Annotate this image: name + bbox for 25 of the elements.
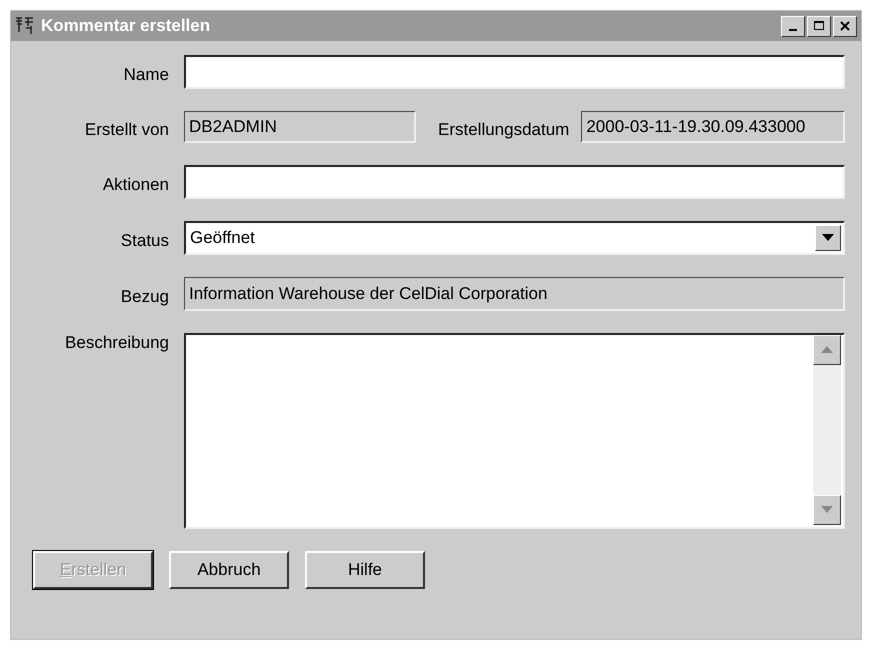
field-label: Status: [120, 231, 169, 251]
maximize-button[interactable]: [807, 16, 831, 36]
minimize-button[interactable]: [781, 16, 805, 36]
scroll-down-icon: [821, 506, 833, 514]
close-icon: [839, 20, 851, 32]
field-label: Name: [122, 65, 169, 85]
description-field[interactable]: [184, 333, 845, 529]
dialog-button[interactable]: Abbruch: [169, 551, 289, 589]
app-icon: [15, 16, 35, 36]
maximize-icon: [813, 20, 825, 32]
status-dropdown[interactable]: Geöffnet: [184, 221, 845, 255]
dropdown-arrow-icon: [822, 234, 834, 242]
close-button[interactable]: [833, 16, 857, 36]
actions-field[interactable]: [184, 165, 845, 199]
dialog-button[interactable]: Hilfe: [305, 551, 425, 589]
scroll-up-icon: [821, 346, 833, 354]
name-field[interactable]: [184, 55, 845, 89]
field-label: Aktionen: [102, 175, 169, 195]
field-label: Bezug: [120, 287, 169, 307]
scrollbar[interactable]: [813, 335, 841, 525]
field-label: Erstellt von: [84, 120, 169, 140]
field-label: Beschreibung: [64, 333, 169, 353]
window-title: Kommentar erstellen: [41, 16, 212, 36]
field-label: Erstellungsdatum: [438, 120, 570, 140]
minimize-icon: [789, 29, 797, 31]
